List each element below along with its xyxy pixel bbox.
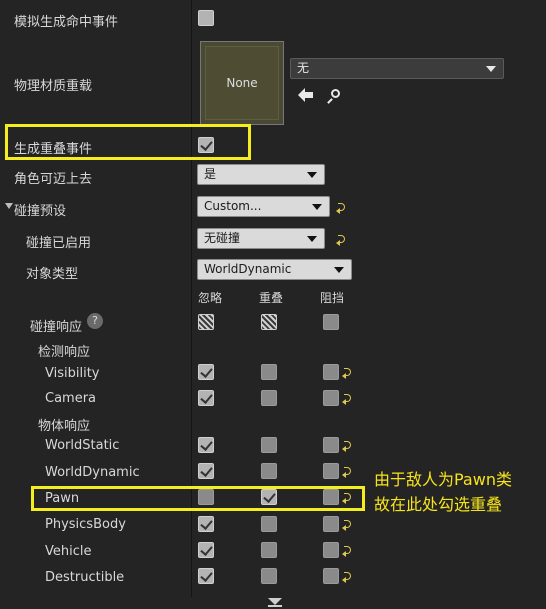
highlight-box-overlap-events (5, 124, 251, 160)
column-header-block: 阻挡 (320, 291, 345, 305)
checkmark-icon (200, 365, 213, 378)
responses-all-overlap-checkbox[interactable] (261, 314, 277, 330)
collision-presets-label: 碰撞预设 (14, 204, 67, 219)
checkmark-icon (200, 438, 213, 451)
arrow-left-icon[interactable] (298, 88, 314, 102)
visibility-ignore-checkbox[interactable] (198, 364, 214, 380)
highlight-box-pawn (31, 486, 365, 511)
magnifier-icon[interactable] (327, 88, 344, 104)
reset-arrow-icon[interactable] (336, 233, 349, 246)
row-camera-label: Camera (45, 391, 97, 406)
worldstatic-ignore-checkbox[interactable] (198, 437, 214, 453)
column-header-ignore: 忽略 (198, 291, 223, 305)
material-thumbnail-label: None (226, 76, 258, 90)
object-type-label: 对象类型 (26, 267, 79, 282)
collision-enabled-combo[interactable]: 无碰撞 (197, 228, 325, 249)
reset-arrow-icon[interactable] (342, 544, 355, 557)
object-type-combo-value: WorldDynamic (204, 262, 292, 276)
step-up-combo[interactable]: 是 (197, 164, 325, 185)
chevron-down-icon (312, 204, 322, 210)
chevron-down-icon (307, 236, 317, 242)
worlddynamic-overlap-checkbox[interactable] (261, 463, 277, 479)
row-worlddynamic-label: WorldDynamic (45, 465, 140, 480)
reset-arrow-icon[interactable] (342, 518, 355, 531)
reset-arrow-icon[interactable] (342, 439, 355, 452)
worldstatic-block-checkbox[interactable] (323, 437, 339, 453)
visibility-overlap-checkbox[interactable] (261, 364, 277, 380)
step-up-combo-value: 是 (204, 167, 217, 181)
row-physicsbody-label: PhysicsBody (45, 517, 126, 532)
material-asset-picker-value: 无 (297, 61, 310, 75)
camera-overlap-checkbox[interactable] (261, 390, 277, 406)
vehicle-block-checkbox[interactable] (323, 542, 339, 558)
collision-responses-label: 碰撞响应 (30, 320, 83, 335)
row-vehicle-label: Vehicle (45, 544, 92, 559)
material-thumbnail[interactable]: None (200, 41, 284, 125)
phys-material-override-label: 物理材质重载 (14, 79, 93, 94)
expand-arrow-icon[interactable] (5, 203, 13, 209)
camera-block-checkbox[interactable] (323, 390, 339, 406)
object-responses-label: 物体响应 (38, 419, 91, 434)
worlddynamic-ignore-checkbox[interactable] (198, 463, 214, 479)
annotation-line-2: 故在此处勾选重叠 (374, 495, 503, 514)
reset-arrow-icon[interactable] (342, 366, 355, 379)
checkmark-icon (200, 464, 213, 477)
worldstatic-overlap-checkbox[interactable] (261, 437, 277, 453)
destructible-ignore-checkbox[interactable] (198, 568, 214, 584)
reset-arrow-icon[interactable] (342, 392, 355, 405)
reset-arrow-icon[interactable] (342, 465, 355, 478)
collision-preset-combo[interactable]: Custom... (197, 196, 330, 217)
material-asset-picker[interactable]: 无 (290, 58, 504, 79)
expand-advanced-icon[interactable] (268, 598, 282, 605)
column-header-overlap: 重叠 (259, 291, 284, 305)
checkmark-icon (200, 569, 213, 582)
annotation-line-1: 由于敌人为Pawn类 (374, 470, 512, 489)
magnifier-handle (327, 98, 333, 104)
vehicle-ignore-checkbox[interactable] (198, 542, 214, 558)
can-step-up-label: 角色可迈上去 (14, 172, 93, 187)
physicsbody-overlap-checkbox[interactable] (261, 516, 277, 532)
vehicle-overlap-checkbox[interactable] (261, 542, 277, 558)
checkmark-icon (200, 391, 213, 404)
trace-responses-label: 检测响应 (38, 345, 91, 360)
camera-ignore-checkbox[interactable] (198, 390, 214, 406)
visibility-block-checkbox[interactable] (323, 364, 339, 380)
collision-enabled-combo-value: 无碰撞 (204, 231, 241, 245)
destructible-block-checkbox[interactable] (323, 568, 339, 584)
collision-preset-combo-value: Custom... (204, 199, 262, 213)
magnifier-ring (331, 89, 340, 98)
simulate-hit-events-label: 模拟生成命中事件 (14, 15, 119, 30)
responses-all-ignore-checkbox[interactable] (198, 314, 214, 330)
checkmark-icon (200, 517, 213, 530)
chevron-down-icon (307, 172, 317, 178)
row-worldstatic-label: WorldStatic (45, 438, 120, 453)
responses-all-block-checkbox[interactable] (323, 314, 339, 330)
reset-arrow-icon[interactable] (336, 201, 349, 214)
checkmark-icon (200, 543, 213, 556)
simulate-hit-events-checkbox[interactable] (198, 10, 214, 26)
row-visibility-label: Visibility (45, 366, 100, 381)
help-icon[interactable]: ? (87, 313, 103, 329)
row-destructible-label: Destructible (45, 570, 125, 585)
collision-enabled-label: 碰撞已启用 (26, 236, 92, 251)
physicsbody-block-checkbox[interactable] (323, 516, 339, 532)
chevron-down-icon (334, 267, 344, 273)
chevron-down-icon (486, 66, 496, 72)
expand-advanced-bar (268, 605, 282, 607)
worlddynamic-block-checkbox[interactable] (323, 463, 339, 479)
destructible-overlap-checkbox[interactable] (261, 568, 277, 584)
reset-arrow-icon[interactable] (342, 570, 355, 583)
object-type-combo[interactable]: WorldDynamic (197, 259, 352, 280)
physicsbody-ignore-checkbox[interactable] (198, 516, 214, 532)
